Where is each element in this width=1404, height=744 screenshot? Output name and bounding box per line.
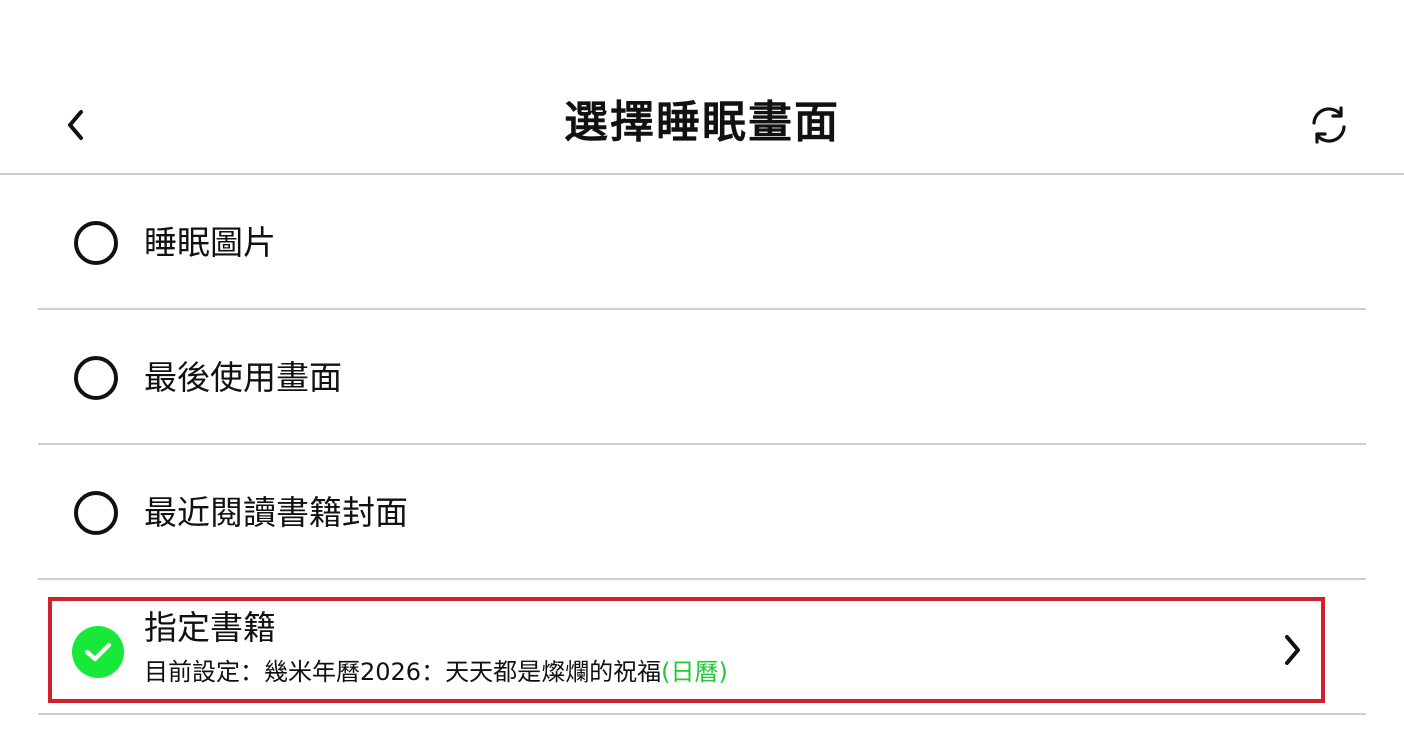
option-label: 指定書籍 xyxy=(144,608,276,647)
option-label: 最後使用畫面 xyxy=(144,358,342,397)
current-book-type: (日曆) xyxy=(661,658,728,686)
checkmark-icon xyxy=(84,642,112,662)
radio-unchecked-icon[interactable] xyxy=(74,221,118,265)
page-title: 選擇睡眠畫面 xyxy=(564,97,840,148)
radio-unchecked-icon[interactable] xyxy=(74,491,118,535)
option-sleep-image[interactable]: 睡眠圖片 xyxy=(38,176,1366,310)
option-label: 睡眠圖片 xyxy=(144,223,276,262)
radio-unchecked-icon[interactable] xyxy=(74,356,118,400)
check-circle-icon[interactable] xyxy=(72,626,124,678)
option-label: 最近閱讀書籍封面 xyxy=(144,493,408,532)
refresh-icon xyxy=(1312,106,1346,144)
option-specific-book[interactable]: 指定書籍 目前設定：幾米年曆2026：天天都是燦爛的祝福(日曆) xyxy=(38,580,1366,715)
current-setting-prefix: 目前設定： xyxy=(144,658,264,686)
option-last-used-screen[interactable]: 最後使用畫面 xyxy=(38,311,1366,445)
chevron-right-icon[interactable] xyxy=(1274,630,1310,670)
current-setting: 目前設定：幾米年曆2026：天天都是燦爛的祝福(日曆) xyxy=(144,652,728,692)
top-bar: 選擇睡眠畫面 xyxy=(0,0,1404,175)
refresh-button[interactable] xyxy=(1304,101,1354,149)
current-book-title: 幾米年曆2026：天天都是燦爛的祝福 xyxy=(264,658,662,686)
option-recent-book-cover[interactable]: 最近閱讀書籍封面 xyxy=(38,446,1366,580)
